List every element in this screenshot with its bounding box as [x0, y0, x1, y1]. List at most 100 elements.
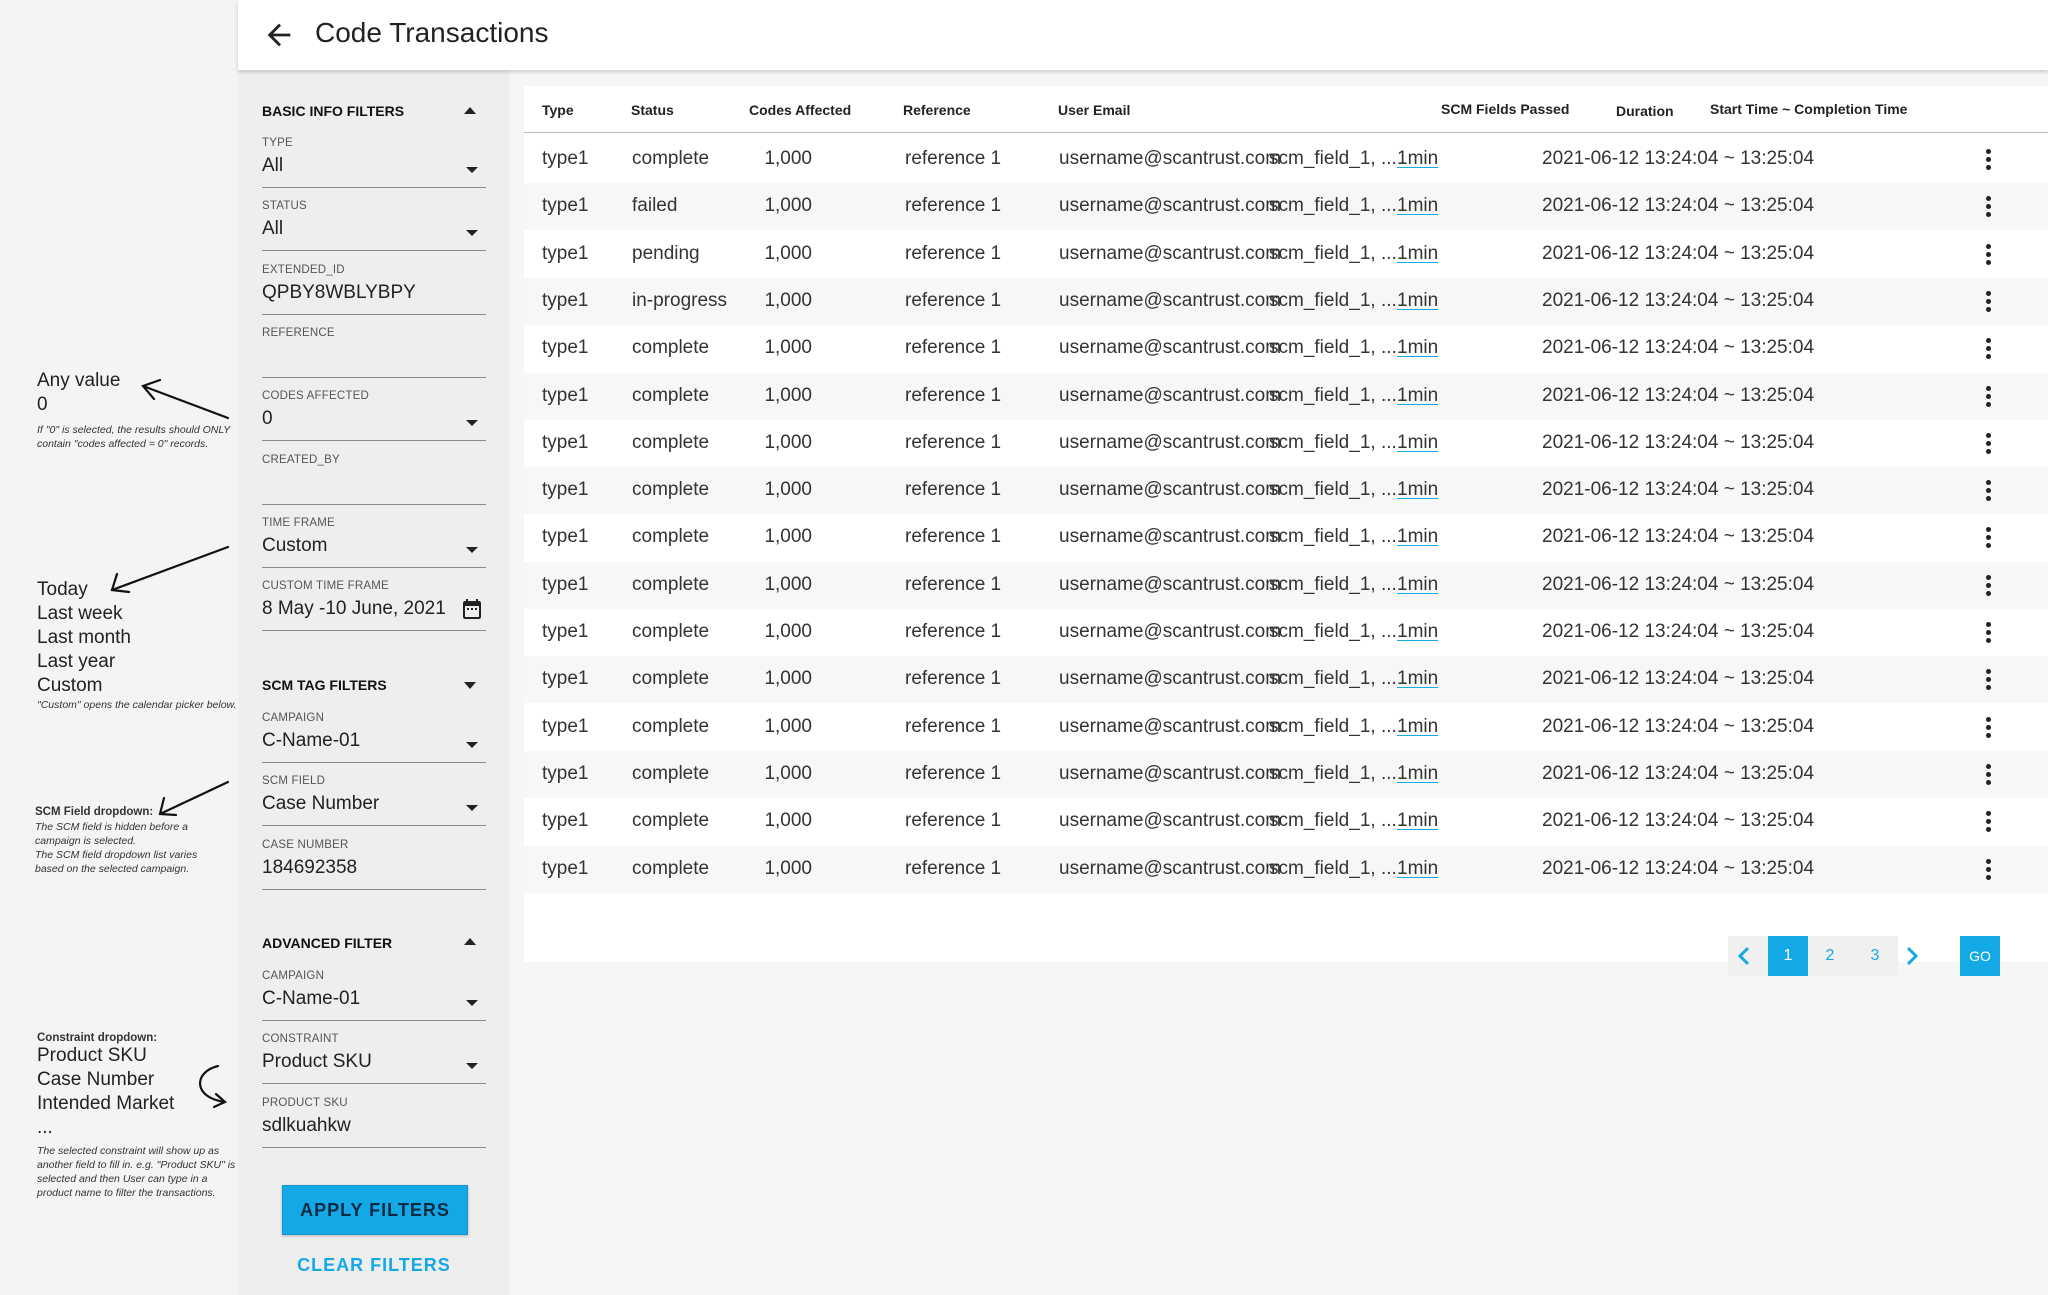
cell-duration: 1min [1397, 574, 1438, 596]
cell-status: complete [632, 668, 709, 690]
more-vertical-icon[interactable] [1978, 669, 1998, 691]
back-button[interactable] [262, 18, 296, 52]
cell-time: 2021-06-12 13:24:04 ~ 13:25:04 [1542, 432, 1814, 454]
page-button[interactable]: 2 [1815, 936, 1845, 976]
column-header-duration[interactable]: Duration [1616, 103, 1674, 119]
table-row[interactable]: type1in-progress1,000reference 1username… [524, 278, 2048, 325]
scm-field-select[interactable]: SCM FIELD Case Number [262, 775, 486, 826]
prev-page-button[interactable] [1730, 936, 1758, 976]
cell-user-email: username@scantrust.com [1059, 479, 1281, 501]
arrow-head [112, 574, 129, 592]
more-vertical-icon[interactable] [1978, 480, 1998, 502]
table-row[interactable]: type1pending1,000reference 1username@sca… [524, 231, 2048, 278]
cell-codes-affected: 1,000 [746, 479, 812, 501]
cell-type: type1 [542, 243, 588, 265]
cell-reference: reference 1 [905, 432, 1001, 454]
table-row[interactable]: type1complete1,000reference 1username@sc… [524, 609, 2048, 656]
custom-time-frame-input[interactable]: CUSTOM TIME FRAME 8 May -10 June, 2021 [262, 580, 486, 631]
cell-reference: reference 1 [905, 858, 1001, 880]
go-button[interactable]: GO [1960, 936, 2000, 976]
cell-time: 2021-06-12 13:24:04 ~ 13:25:04 [1542, 243, 1814, 265]
more-vertical-icon[interactable] [1978, 859, 1998, 881]
page-button[interactable]: 3 [1860, 936, 1890, 976]
more-vertical-icon[interactable] [1978, 433, 1998, 455]
more-vertical-icon[interactable] [1978, 717, 1998, 739]
more-vertical-icon[interactable] [1978, 622, 1998, 644]
collapse-icon[interactable] [464, 107, 476, 114]
scm-campaign-select[interactable]: CAMPAIGN C-Name-01 [262, 712, 486, 763]
extended-id-input[interactable]: EXTENDED_ID QPBY8WBLYBPY [262, 264, 486, 315]
more-vertical-icon[interactable] [1978, 291, 1998, 313]
cell-time: 2021-06-12 13:24:04 ~ 13:25:04 [1542, 574, 1814, 596]
cell-user-email: username@scantrust.com [1059, 574, 1281, 596]
column-header-type[interactable]: Type [542, 102, 574, 118]
codes-affected-select[interactable]: CODES AFFECTED 0 [262, 390, 486, 441]
calendar-icon[interactable] [460, 597, 484, 621]
cell-codes-affected: 1,000 [746, 858, 812, 880]
cell-user-email: username@scantrust.com [1059, 432, 1281, 454]
table-row[interactable]: type1complete1,000reference 1username@sc… [524, 798, 2048, 845]
type-select[interactable]: TYPE All [262, 137, 486, 188]
constraint-select[interactable]: CONSTRAINT Product SKU [262, 1033, 486, 1084]
table-row[interactable]: type1complete1,000reference 1username@sc… [524, 467, 2048, 514]
more-vertical-icon[interactable] [1978, 386, 1998, 408]
more-vertical-icon[interactable] [1978, 575, 1998, 597]
cell-time: 2021-06-12 13:24:04 ~ 13:25:04 [1542, 385, 1814, 407]
more-vertical-icon[interactable] [1978, 244, 1998, 266]
cell-duration: 1min [1397, 148, 1438, 170]
table-row[interactable]: type1complete1,000reference 1username@sc… [524, 373, 2048, 420]
cell-type: type1 [542, 432, 588, 454]
product-sku-input[interactable]: PRODUCT SKU sdlkuahkw [262, 1097, 486, 1148]
more-vertical-icon[interactable] [1978, 196, 1998, 218]
dropdown-arrow-icon [466, 805, 478, 811]
column-header-status[interactable]: Status [631, 102, 674, 118]
table-row[interactable]: type1complete1,000reference 1username@sc… [524, 562, 2048, 609]
reference-input[interactable]: REFERENCE [262, 327, 486, 378]
page-button[interactable]: 1 [1768, 936, 1808, 976]
more-vertical-icon[interactable] [1978, 811, 1998, 833]
collapse-icon[interactable] [464, 938, 476, 945]
table-row[interactable]: type1complete1,000reference 1username@sc… [524, 136, 2048, 183]
cell-reference: reference 1 [905, 526, 1001, 548]
column-header-user-email[interactable]: User Email [1058, 102, 1130, 118]
case-number-input[interactable]: CASE NUMBER 184692358 [262, 839, 486, 890]
cell-status: pending [632, 243, 700, 265]
column-header-codes-affected[interactable]: Codes Affected [749, 102, 851, 118]
field-value: sdlkuahkw [262, 1115, 351, 1137]
next-page-button[interactable] [1898, 936, 1926, 976]
more-vertical-icon[interactable] [1978, 149, 1998, 171]
table-row[interactable]: type1complete1,000reference 1username@sc… [524, 514, 2048, 561]
created-by-input[interactable]: CREATED_BY [262, 454, 486, 505]
arrow-time-frame [112, 547, 228, 590]
field-label: CONSTRAINT [262, 1033, 339, 1045]
cell-reference: reference 1 [905, 290, 1001, 312]
cell-status: complete [632, 337, 709, 359]
column-header-scm-fields-passed[interactable]: SCM Fields Passed [1441, 101, 1569, 117]
cell-codes-affected: 1,000 [746, 668, 812, 690]
table-row[interactable]: type1complete1,000reference 1username@sc… [524, 751, 2048, 798]
column-header-reference[interactable]: Reference [903, 102, 971, 118]
cell-user-email: username@scantrust.com [1059, 385, 1281, 407]
cell-duration: 1min [1397, 337, 1438, 359]
table-row[interactable]: type1complete1,000reference 1username@sc… [524, 704, 2048, 751]
cell-type: type1 [542, 290, 588, 312]
table-row[interactable]: type1complete1,000reference 1username@sc… [524, 325, 2048, 372]
cell-codes-affected: 1,000 [746, 195, 812, 217]
table-row[interactable]: type1failed1,000reference 1username@scan… [524, 183, 2048, 230]
time-frame-select[interactable]: TIME FRAME Custom [262, 517, 486, 568]
table-row[interactable]: type1complete1,000reference 1username@sc… [524, 656, 2048, 703]
more-vertical-icon[interactable] [1978, 527, 1998, 549]
advanced-campaign-select[interactable]: CAMPAIGN C-Name-01 [262, 970, 486, 1021]
cell-codes-affected: 1,000 [746, 574, 812, 596]
table-row[interactable]: type1complete1,000reference 1username@sc… [524, 846, 2048, 893]
clear-filters-button[interactable]: CLEAR FILTERS [282, 1248, 466, 1282]
apply-filters-button[interactable]: APPLY FILTERS [282, 1185, 468, 1235]
more-vertical-icon[interactable] [1978, 338, 1998, 360]
more-vertical-icon[interactable] [1978, 764, 1998, 786]
table-row[interactable]: type1complete1,000reference 1username@sc… [524, 420, 2048, 467]
status-select[interactable]: STATUS All [262, 200, 486, 251]
cell-type: type1 [542, 526, 588, 548]
expand-icon[interactable] [464, 682, 476, 689]
column-header-time[interactable]: Start Time ~ Completion Time [1710, 101, 1907, 117]
cell-user-email: username@scantrust.com [1059, 290, 1281, 312]
